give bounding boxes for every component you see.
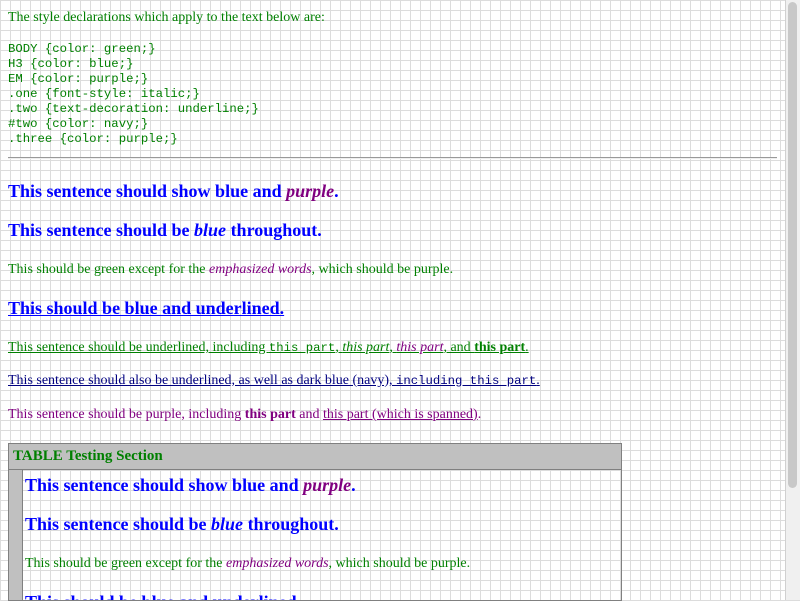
- sentence-blue-purple: This sentence should show blue and purpl…: [8, 181, 339, 201]
- page-content: The style declarations which apply to th…: [8, 0, 780, 423]
- vertical-scrollbar[interactable]: [785, 0, 800, 600]
- table-sentence-blue-purple: This sentence should show blue and purpl…: [25, 475, 356, 495]
- style-rule: BODY {color: green;}: [8, 42, 156, 56]
- scrollbar-thumb[interactable]: [788, 2, 797, 488]
- style-rule: H3 {color: blue;}: [8, 57, 134, 71]
- table-sentence-green-emphasized: This should be green except for the emph…: [25, 556, 471, 571]
- style-rule: .one {font-style: italic;}: [8, 87, 200, 101]
- divider: [8, 157, 777, 159]
- style-rule: .three {color: purple;}: [8, 132, 178, 146]
- table-caption: TABLE Testing Section: [9, 444, 621, 470]
- table-body: This sentence should show blue and purpl…: [9, 470, 621, 600]
- sentence-purple: This sentence should be purple, includin…: [8, 407, 482, 422]
- sentence-blue-throughout: This sentence should be blue throughout.: [8, 220, 322, 240]
- table-left-cell: [9, 470, 23, 600]
- table-sentence-blue-throughout: This sentence should be blue throughout.: [25, 514, 339, 534]
- table-sentence-blue-underlined: This should be blue and underlined.: [25, 592, 615, 600]
- sentence-underlined-including: This sentence should be underlined, incl…: [8, 340, 529, 355]
- table-testing-section: TABLE Testing Section This sentence shou…: [8, 443, 622, 601]
- style-rule: .two {text-decoration: underline;}: [8, 102, 259, 116]
- style-rule: EM {color: purple;}: [8, 72, 149, 86]
- table-content: This sentence should show blue and purpl…: [25, 470, 615, 600]
- sentence-green-emphasized: This should be green except for the emph…: [8, 262, 454, 277]
- intro-text: The style declarations which apply to th…: [8, 10, 325, 25]
- style-declarations: BODY {color: green;} H3 {color: blue;} EM …: [8, 42, 780, 147]
- style-rule: #two {color: navy;}: [8, 117, 149, 131]
- sentence-blue-underlined: This should be blue and underlined.: [8, 298, 285, 318]
- sentence-navy-underlined: This sentence should also be underlined,…: [8, 373, 540, 388]
